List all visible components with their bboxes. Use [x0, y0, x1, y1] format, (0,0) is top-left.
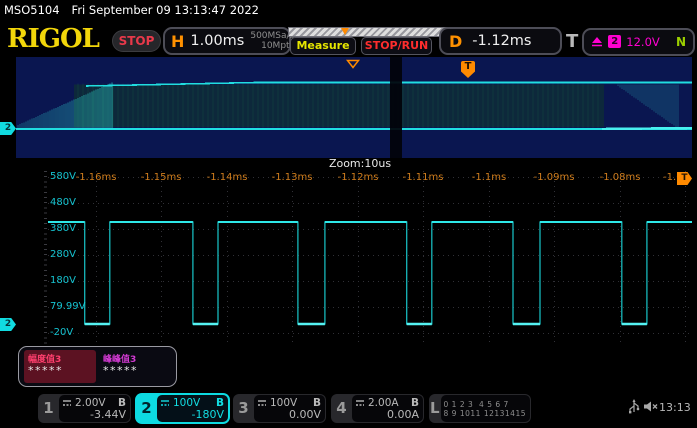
- measurement-value: *****: [28, 365, 92, 376]
- delay-value: -1.12ms: [472, 33, 531, 49]
- channel4-scale: 2.00A: [368, 397, 399, 409]
- channel3-offset: 0.00V: [257, 409, 321, 421]
- horizontal-position-bar[interactable]: [288, 27, 454, 37]
- channel2-marker-overview[interactable]: 2: [0, 122, 16, 135]
- usb-icon: [628, 398, 640, 415]
- coupling-dc-icon: [62, 399, 72, 407]
- trigger-label: T: [566, 31, 578, 52]
- logic-analyzer-box[interactable]: L 0 1 2 3 4 5 6 7 8 9 1011 12131415: [429, 394, 531, 423]
- channel1-box[interactable]: 1 2.00V B -3.44V: [38, 394, 131, 423]
- y-axis-ticks: [44, 171, 47, 344]
- measurement-amplitude[interactable]: 幅度值3 *****: [24, 350, 96, 383]
- horizontal-settings-button[interactable]: H 1.00ms 500MSa/s 10Mpts: [163, 27, 291, 55]
- channel4-bandwidth: B: [411, 397, 419, 409]
- trigger-level-value: 12.0V: [626, 35, 659, 49]
- channel1-bandwidth: B: [118, 397, 126, 409]
- main-waveform: [48, 171, 692, 344]
- measure-button[interactable]: Measure: [290, 37, 356, 55]
- stop-run-button[interactable]: STOP/RUN: [361, 37, 432, 55]
- logic-label: L: [429, 394, 441, 423]
- channel2-scale: 100V: [173, 397, 200, 409]
- channel1-scale: 2.00V: [75, 397, 106, 409]
- channel2-number: 2: [136, 394, 157, 423]
- zoom-graticule: -1.16ms-1.15ms-1.14ms-1.13ms-1.12ms-1.11…: [48, 171, 692, 344]
- coupling-dc-icon: [257, 399, 267, 407]
- delay-label: D: [449, 32, 462, 51]
- zoom-scale-label: Zoom:10us: [280, 157, 440, 170]
- waveform-overview[interactable]: [16, 57, 692, 158]
- channel2-marker-grid[interactable]: 2: [0, 318, 16, 331]
- position-marker-icon: [341, 28, 349, 35]
- horizontal-position-triangle-icon[interactable]: [346, 59, 360, 69]
- channel4-box[interactable]: 4 2.00A B 0.00A: [331, 394, 424, 423]
- logic-channels-row2: 8 9 1011 12131415: [444, 409, 526, 418]
- coupling-dc-icon: [160, 399, 170, 407]
- model-name: MSO5104: [4, 3, 60, 17]
- channel4-offset: 0.00A: [355, 409, 419, 421]
- trigger-source-channel-icon: 2: [608, 35, 621, 48]
- trigger-info-box[interactable]: 2 12.0V N: [582, 28, 695, 56]
- datetime-label: Fri September 09 13:13:47 2022: [72, 3, 259, 17]
- header-bar: MSO5104 Fri September 09 13:13:47 2022: [4, 3, 259, 17]
- measurement-panel[interactable]: 幅度值3 ***** 峰峰值3 *****: [18, 346, 177, 387]
- measurement-peak-peak[interactable]: 峰峰值3 *****: [99, 350, 171, 383]
- run-state-badge[interactable]: STOP: [112, 30, 161, 52]
- trigger-settings[interactable]: T 2 12.0V N: [566, 27, 695, 56]
- horizontal-label: H: [171, 32, 184, 51]
- trigger-mode-badge: N: [676, 35, 686, 49]
- speaker-muted-icon[interactable]: [643, 400, 658, 413]
- channel1-number: 1: [38, 394, 59, 423]
- oscilloscope-screen: MSO5104 Fri September 09 13:13:47 2022 RI…: [0, 0, 697, 428]
- channel3-bandwidth: B: [313, 397, 321, 409]
- coupling-dc-icon: [355, 399, 365, 407]
- timebase-value: 1.00ms: [190, 33, 244, 49]
- channel3-number: 3: [233, 394, 254, 423]
- memory-depth: 10Mpts: [250, 41, 294, 51]
- delay-settings-button[interactable]: D -1.12ms: [439, 27, 562, 55]
- channel3-scale: 100V: [270, 397, 297, 409]
- overview-waveform: [16, 57, 692, 158]
- channel3-box[interactable]: 3 100V B 0.00V: [233, 394, 326, 423]
- rigol-logo: RIGOL: [7, 24, 99, 54]
- measurement-value: *****: [103, 365, 167, 376]
- channel2-bandwidth: B: [216, 397, 224, 409]
- channel1-offset: -3.44V: [62, 409, 126, 421]
- channel4-number: 4: [331, 394, 352, 423]
- channel2-box[interactable]: 2 100V B -180V: [136, 394, 229, 423]
- trigger-type-icon: [591, 36, 603, 47]
- logic-channels-row1: 0 1 2 3 4 5 6 7: [444, 400, 526, 409]
- channel2-offset: -180V: [160, 409, 224, 421]
- clock-label: 13:13: [659, 401, 691, 414]
